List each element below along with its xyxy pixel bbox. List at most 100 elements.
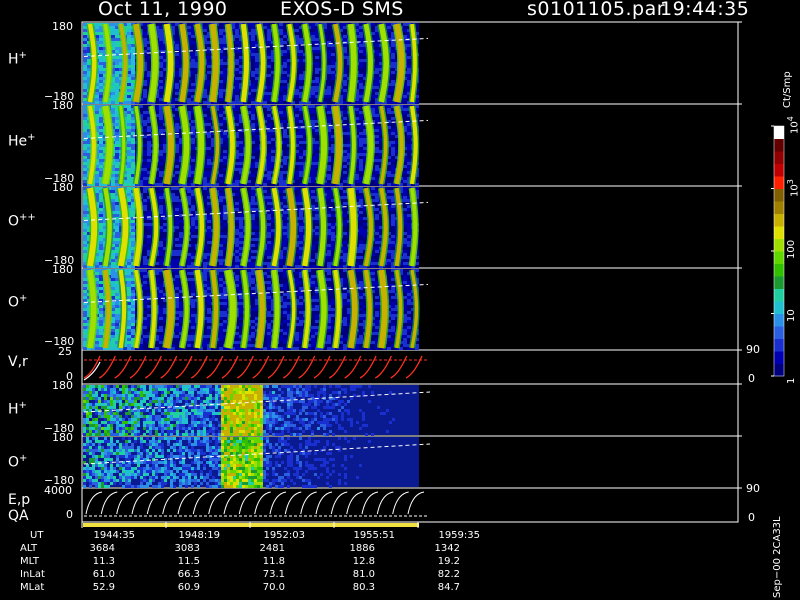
spec-cell [371,23,375,26]
spec-cell [111,23,115,26]
spec-cell [387,180,391,183]
spec-cell [371,98,375,101]
spec-cell [359,38,363,41]
spec-cell [111,32,115,35]
spec-cell [387,114,391,117]
spec-cell [403,183,407,186]
spin-stripe [347,23,357,103]
spec-cell [219,89,223,92]
spec-cell [175,65,179,68]
spec-cell [207,132,211,135]
spec-cell [311,187,315,190]
spec-cell [267,23,271,26]
spec-cell [255,62,259,65]
spec-cell [223,156,227,159]
spec-cell [339,23,343,26]
spec-cell [359,144,363,147]
spec-cell [95,26,99,29]
spec-cell [115,117,119,120]
spec-cell [235,71,239,74]
spec-cell [371,26,375,29]
spec-cell [311,26,315,29]
spec-cell [143,105,147,108]
spec-cell [131,47,135,50]
spec-cell [267,135,271,138]
spec-cell [387,29,391,32]
spec-cell [251,98,255,101]
spec-cell [235,114,239,117]
spec-cell [343,129,347,132]
spec-cell [175,162,179,165]
spec-cell [327,162,331,165]
spec-cell [99,62,103,65]
spec-cell [315,41,319,44]
spec-cell [99,153,103,156]
spec-cell [207,80,211,83]
spec-cell [127,199,131,202]
spec-cell [175,83,179,86]
spec-cell [407,150,411,153]
spec-cell [127,138,131,141]
spec-cell [315,135,319,138]
spec-cell [327,111,331,114]
spec-cell [359,77,363,80]
spec-cell [327,165,331,168]
spec-cell [115,156,119,159]
spec-cell [115,32,119,35]
spec-cell [175,153,179,156]
spec-cell [175,74,179,77]
spec-cell [223,135,227,138]
spec-cell [279,174,283,177]
spec-cell [251,74,255,77]
spec-cell [271,147,275,150]
spec-cell [343,32,347,35]
spec-cell [115,162,119,165]
spec-cell [403,92,407,95]
spec-cell [95,180,99,183]
spec-cell [191,123,195,126]
spec-cell [99,95,103,98]
spec-cell [143,165,147,168]
spec-cell [267,105,271,108]
spec-cell [143,129,147,132]
spec-cell [279,101,283,104]
spec-cell [235,89,239,92]
spec-cell [403,180,407,183]
spec-cell [283,65,287,68]
spec-cell [207,74,211,77]
spec-cell [143,168,147,171]
spec-cell [207,147,211,150]
spec-cell [95,101,99,104]
spec-cell [295,105,299,108]
spec-cell [131,144,135,147]
spec-cell [143,123,147,126]
spec-cell [375,68,379,71]
spec-cell [83,83,87,86]
spec-cell [315,129,319,132]
spec-cell [251,38,255,41]
spec-cell [99,129,103,132]
spec-cell [327,29,331,32]
spec-cell [391,117,395,120]
spec-cell [111,26,115,29]
spec-cell [83,123,87,126]
spec-cell [331,47,335,50]
spec-cell [191,135,195,138]
page: { "header": { "date": "Oct 11, 1990", "i… [0,0,800,600]
spec-cell [391,74,395,77]
spec-cell [343,83,347,86]
spec-cell [375,162,379,165]
spec-cell [343,135,347,138]
spec-cell [343,150,347,153]
spec-cell [99,41,103,44]
spec-cell [223,147,227,150]
spec-cell [407,162,411,165]
spec-cell [255,153,259,156]
spec-cell [327,95,331,98]
spec-cell [343,171,347,174]
spec-cell [159,193,163,196]
spec-cell [223,71,227,74]
spec-cell [283,56,287,59]
spec-cell [191,71,195,74]
spec-cell [327,77,331,80]
